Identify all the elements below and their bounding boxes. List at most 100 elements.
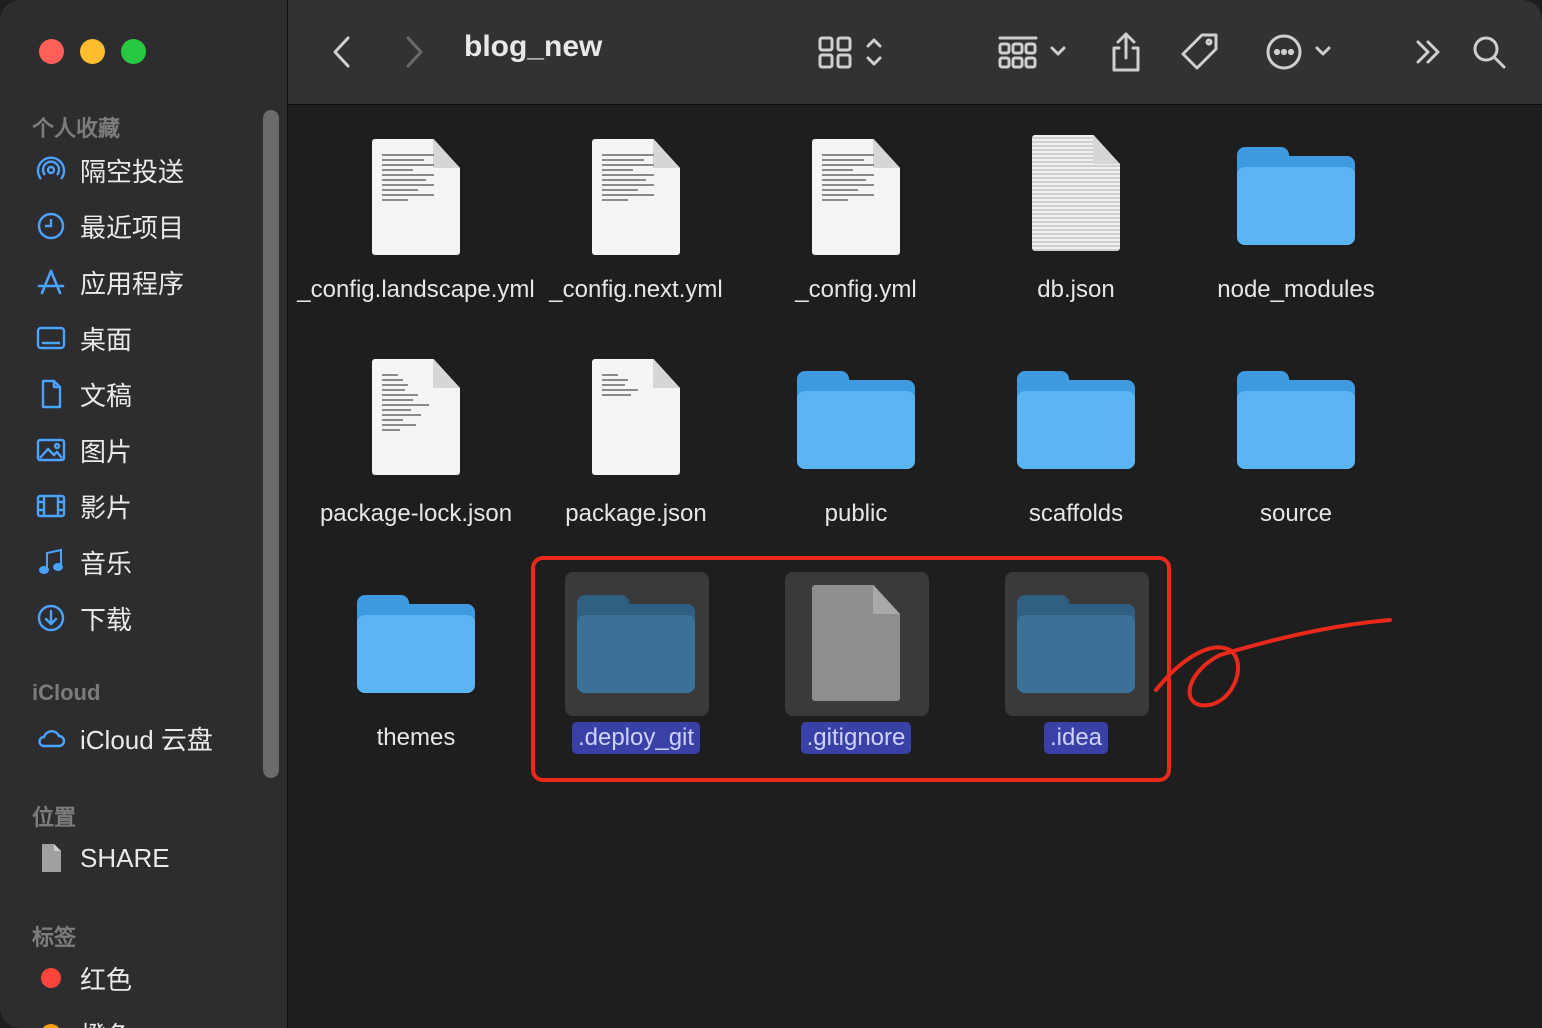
sidebar-item-label: 影片 — [80, 492, 133, 523]
finder-window: 个人收藏 隔空投送 最近项目 应用程序 桌面 文稿 图片 影片 音乐 下载 iC… — [0, 0, 1542, 1028]
file-item-selected[interactable]: .gitignore — [746, 572, 966, 773]
share-file-icon — [34, 841, 68, 875]
file-name: node_modules — [1217, 276, 1375, 303]
more-actions-button[interactable] — [1262, 26, 1334, 78]
applications-icon — [34, 265, 68, 299]
file-name: db.json — [1037, 276, 1115, 303]
text-document-icon — [746, 139, 966, 255]
folder-item[interactable]: node_modules — [1186, 135, 1406, 345]
film-icon — [34, 489, 68, 523]
share-icon — [1112, 32, 1140, 72]
folder-icon — [966, 595, 1186, 693]
sidebar-item-share[interactable]: SHARE — [34, 836, 170, 880]
sidebar-item-label: 隔空投送 — [80, 156, 185, 187]
file-item[interactable]: _config.landscape.yml — [297, 135, 535, 345]
cloud-icon — [34, 721, 68, 755]
group-button[interactable] — [994, 26, 1074, 78]
airdrop-icon — [34, 153, 68, 187]
sidebar-item-label: 图片 — [80, 436, 133, 467]
file-item[interactable]: package-lock.json — [306, 359, 526, 569]
sidebar-item-label: 桌面 — [80, 324, 133, 355]
folder-icon — [1186, 371, 1406, 469]
folder-item[interactable]: themes — [306, 583, 526, 773]
file-name: public — [824, 500, 888, 527]
file-item[interactable]: _config.next.yml — [526, 135, 746, 345]
file-name: package-lock.json — [319, 500, 513, 527]
clock-icon — [34, 209, 68, 243]
back-button[interactable] — [324, 26, 360, 78]
sidebar-item-downloads[interactable]: 下载 — [34, 596, 132, 640]
file-name: package.json — [565, 500, 707, 527]
zoom-button[interactable] — [121, 39, 146, 64]
orange-tag-dot-icon — [34, 1017, 68, 1028]
sidebar-item-label: 音乐 — [80, 548, 133, 579]
document-icon — [746, 585, 966, 701]
close-button[interactable] — [39, 39, 64, 64]
file-item[interactable]: package.json — [526, 359, 746, 569]
sidebar-item-label: 橙色 — [80, 1016, 132, 1028]
sidebar-item-tag-orange[interactable]: 橙色 — [34, 1012, 132, 1028]
text-document-icon — [306, 139, 526, 255]
folder-item[interactable]: source — [1186, 359, 1406, 569]
chevron-right-icon — [406, 36, 423, 68]
sidebar-item-label: SHARE — [80, 842, 170, 873]
file-name: themes — [376, 724, 456, 751]
folder-icon — [1186, 147, 1406, 245]
sidebar-item-icloud-drive[interactable]: iCloud 云盘 — [34, 716, 213, 760]
file-name: _config.landscape.yml — [297, 276, 535, 303]
sidebar-item-desktop[interactable]: 桌面 — [34, 316, 132, 360]
folder-item[interactable]: public — [746, 359, 966, 569]
search-icon — [1473, 36, 1506, 69]
icloud-section-title: iCloud — [32, 680, 101, 705]
code-document-icon — [526, 359, 746, 475]
desktop-icon — [34, 321, 68, 355]
group-icon — [998, 36, 1066, 69]
file-name: .gitignore — [746, 722, 966, 754]
folder-icon — [966, 371, 1186, 469]
sidebar-item-label: iCloud 云盘 — [80, 724, 213, 755]
photo-icon — [34, 433, 68, 467]
document-icon — [34, 377, 68, 411]
folder-item[interactable]: scaffolds — [966, 359, 1186, 569]
sidebar-item-tag-red[interactable]: 红色 — [34, 956, 132, 1000]
share-button[interactable] — [1106, 26, 1146, 78]
file-item[interactable]: db.json — [966, 135, 1186, 345]
sidebar: 个人收藏 隔空投送 最近项目 应用程序 桌面 文稿 图片 影片 音乐 下载 iC… — [0, 0, 288, 1028]
music-icon — [34, 545, 68, 579]
locations-section-title: 位置 — [32, 805, 77, 830]
folder-icon — [306, 595, 526, 693]
tag-icon — [1181, 33, 1218, 70]
folder-icon — [746, 371, 966, 469]
file-name: .deploy_git — [526, 722, 746, 754]
dense-document-icon — [966, 135, 1186, 251]
sidebar-item-music[interactable]: 音乐 — [34, 540, 132, 584]
sidebar-item-applications[interactable]: 应用程序 — [34, 260, 184, 304]
sidebar-scrollbar[interactable] — [263, 110, 279, 778]
file-item[interactable]: _config.yml — [746, 135, 966, 345]
sidebar-item-pictures[interactable]: 图片 — [34, 428, 132, 472]
sidebar-item-movies[interactable]: 影片 — [34, 484, 132, 528]
sidebar-item-airdrop[interactable]: 隔空投送 — [34, 148, 184, 192]
toolbar-overflow-button[interactable] — [1410, 26, 1446, 78]
window-controls — [39, 39, 146, 64]
window-title: blog_new — [464, 30, 603, 63]
forward-button[interactable] — [396, 26, 432, 78]
search-button[interactable] — [1470, 26, 1508, 78]
folder-item-selected[interactable]: .deploy_git — [526, 572, 746, 773]
folder-item-selected[interactable]: .idea — [966, 572, 1186, 773]
file-name: _config.yml — [795, 276, 917, 303]
sidebar-item-label: 应用程序 — [80, 268, 185, 299]
minimize-button[interactable] — [80, 39, 105, 64]
tag-button[interactable] — [1178, 26, 1222, 78]
sidebar-item-recents[interactable]: 最近项目 — [34, 204, 184, 248]
file-grid: _config.landscape.yml _config.next.yml _… — [288, 105, 1542, 1028]
code-document-icon — [306, 359, 526, 475]
toolbar: blog_new — [288, 0, 1542, 105]
view-mode-button[interactable] — [816, 26, 886, 78]
sidebar-item-documents[interactable]: 文稿 — [34, 372, 132, 416]
folder-icon — [526, 595, 746, 693]
sidebar-item-label: 红色 — [80, 964, 133, 995]
file-name: _config.next.yml — [549, 276, 723, 303]
file-name: source — [1259, 500, 1333, 527]
download-icon — [34, 601, 68, 635]
